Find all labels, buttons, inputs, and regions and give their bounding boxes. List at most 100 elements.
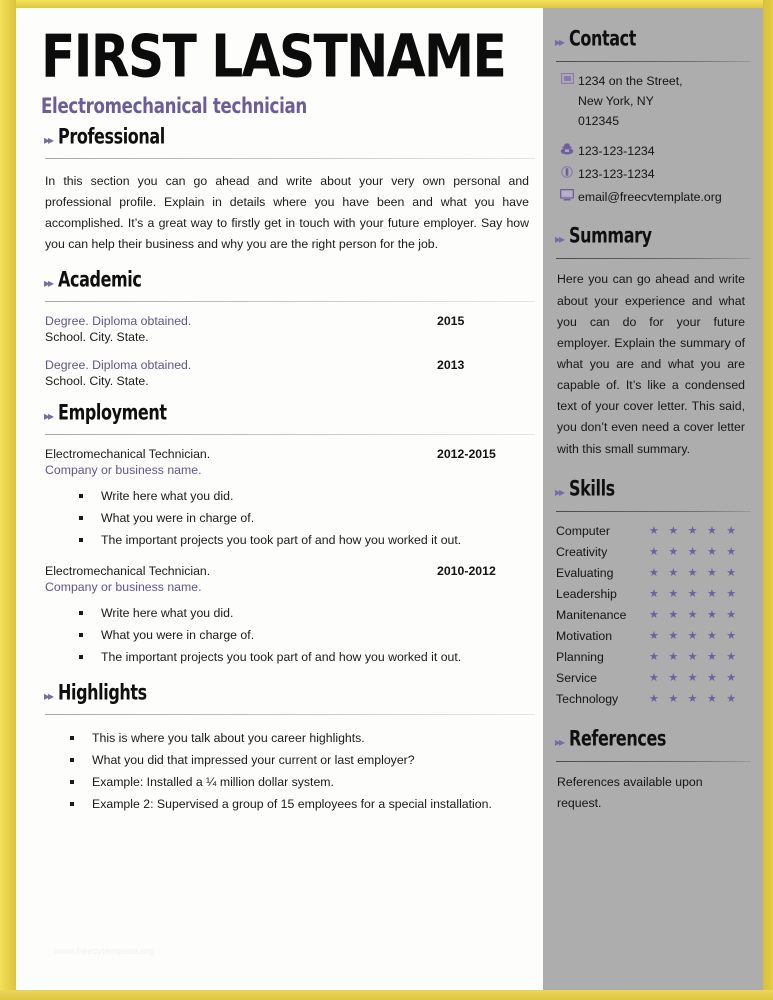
section-divider (556, 760, 751, 762)
employment-entry: Electromechanical Technician. 2012-2015 … (45, 447, 537, 551)
entry-subtitle: School. City. State. (45, 374, 149, 389)
skill-row: Service ★ ★ ★ ★ ★ (556, 668, 763, 689)
skill-row: Technology ★ ★ ★ ★ ★ (556, 689, 763, 710)
section-divider (45, 157, 535, 159)
section-heading-highlights: ▸▸ Highlights (44, 680, 543, 705)
skill-name: Motivation (556, 629, 613, 644)
border-left (0, 0, 16, 1000)
double-arrow-icon: ▸▸ (44, 689, 54, 704)
skill-rating-stars: ★ ★ ★ ★ ★ (649, 608, 740, 621)
sidebar-heading-contact: ▸▸ Contact (555, 26, 763, 51)
entry-subtitle: Company or business name. (45, 579, 202, 594)
sidebar: ▸▸ Contact 1234 on the Street, New York,… (543, 8, 763, 990)
section-title: Contact (569, 25, 636, 51)
section-divider (556, 61, 751, 62)
section-title: References (569, 725, 667, 751)
skill-row: Manitenance ★ ★ ★ ★ ★ (556, 605, 763, 626)
section-heading-academic: ▸▸ Academic (44, 267, 543, 292)
entry-header-row: Degree. Diploma obtained. 2013 (45, 358, 537, 372)
resume-sheet: FIRST LASTNAME Electromechanical technic… (16, 8, 763, 990)
sidebar-heading-references: ▸▸ References (555, 726, 763, 751)
list-item: Example 2: Supervised a group of 15 empl… (70, 794, 520, 815)
sidebar-heading-summary: ▸▸ Summary (555, 223, 763, 248)
academic-entry: Degree. Diploma obtained. 2013 School. C… (45, 358, 537, 388)
list-item: Example: Installed a ¼ million dollar sy… (70, 772, 520, 793)
contact-row-address: 1234 on the Street, New York, NY 012345 (556, 72, 763, 132)
employment-bullet-list: Write here what you did. What you were i… (79, 603, 537, 668)
skill-row: Planning ★ ★ ★ ★ ★ (556, 647, 763, 668)
full-name: FIRST LASTNAME (41, 22, 507, 92)
entry-title: Electromechanical Technician. (45, 447, 211, 462)
employment-entry: Electromechanical Technician. 2010-2012 … (45, 564, 537, 668)
entry-header-row: Degree. Diploma obtained. 2015 (45, 314, 537, 328)
entry-title: Degree. Diploma obtained. (45, 314, 192, 329)
skill-rating-stars: ★ ★ ★ ★ ★ (649, 671, 740, 684)
contact-list: 1234 on the Street, New York, NY 012345 (556, 72, 763, 207)
entry-title: Degree. Diploma obtained. (45, 358, 192, 373)
academic-entry: Degree. Diploma obtained. 2015 School. C… (45, 314, 537, 344)
skill-rating-stars: ★ ★ ★ ★ ★ (649, 692, 740, 705)
job-title: Electromechanical technician (41, 92, 307, 118)
watermark: www.freecvtemplate.org (54, 946, 155, 956)
contact-address: 1234 on the Street, New York, NY 012345 (578, 72, 683, 132)
skill-rating-stars: ★ ★ ★ ★ ★ (649, 629, 740, 642)
skill-rating-stars: ★ ★ ★ ★ ★ (649, 524, 740, 537)
double-arrow-icon: ▸▸ (555, 484, 565, 499)
double-arrow-icon: ▸▸ (555, 35, 565, 49)
contact-row-mobile: 123-123-1234 (556, 165, 763, 185)
mobile-phone-icon (556, 165, 578, 178)
skill-name: Evaluating (556, 566, 614, 581)
section-divider (45, 714, 535, 716)
list-item: Write here what you did. (79, 486, 529, 507)
contact-row-email: email@freecvtemplate.org (556, 188, 763, 208)
double-arrow-icon: ▸▸ (555, 232, 565, 247)
double-arrow-icon: ▸▸ (44, 276, 54, 291)
employment-bullet-list: Write here what you did. What you were i… (79, 486, 537, 551)
telephone-icon (556, 142, 578, 155)
double-arrow-icon: ▸▸ (555, 734, 565, 749)
list-item: Write here what you did. (79, 603, 529, 624)
entry-header-row: Electromechanical Technician. 2012-2015 (45, 447, 537, 461)
entry-header-row: Electromechanical Technician. 2010-2012 (45, 564, 537, 578)
skill-row: Computer ★ ★ ★ ★ ★ (556, 521, 763, 542)
list-item: This is where you talk about you career … (70, 728, 520, 749)
skill-name: Manitenance (556, 608, 627, 623)
entry-date: 2012-2015 (437, 447, 496, 462)
double-arrow-icon: ▸▸ (44, 132, 54, 147)
email-address: email@freecvtemplate.org (578, 189, 722, 204)
skill-row: Leadership ★ ★ ★ ★ ★ (556, 584, 763, 605)
skill-row: Motivation ★ ★ ★ ★ ★ (556, 626, 763, 647)
skill-rating-stars: ★ ★ ★ ★ ★ (649, 650, 740, 663)
entry-date: 2010-2012 (437, 563, 496, 578)
skill-name: Planning (556, 650, 604, 665)
address-card-icon (556, 72, 578, 84)
skill-rating-stars: ★ ★ ★ ★ ★ (649, 545, 740, 558)
address-line-3: 012345 (578, 113, 620, 128)
section-title: Academic (58, 267, 142, 293)
address-line-2: New York, NY (578, 93, 654, 108)
section-title: Professional (58, 123, 165, 149)
list-item: What you were in charge of. (79, 508, 529, 529)
skill-name: Technology (556, 692, 619, 707)
skill-name: Service (556, 671, 598, 686)
section-heading-professional: ▸▸ Professional (44, 124, 543, 149)
computer-icon (556, 188, 578, 201)
page-frame: FIRST LASTNAME Electromechanical technic… (0, 0, 773, 1000)
sidebar-heading-skills: ▸▸ Skills (555, 476, 763, 501)
section-divider (45, 434, 535, 436)
border-right (763, 0, 773, 1000)
skill-row: Creativity ★ ★ ★ ★ ★ (556, 542, 763, 563)
references-text: References available upon request. (557, 774, 703, 810)
section-title: Highlights (58, 679, 147, 706)
border-top (0, 0, 773, 8)
summary-paragraph: Here you can go ahead and write about yo… (557, 272, 745, 456)
section-title: Summary (569, 223, 652, 249)
entry-title: Electromechanical Technician. (45, 563, 211, 578)
skill-row: Evaluating ★ ★ ★ ★ ★ (556, 563, 763, 584)
skills-list: Computer ★ ★ ★ ★ ★ Creativity ★ ★ ★ ★ ★ … (556, 521, 763, 710)
double-arrow-icon: ▸▸ (44, 409, 54, 424)
border-bottom (0, 990, 773, 1000)
skill-rating-stars: ★ ★ ★ ★ ★ (649, 566, 740, 579)
list-item: What you did that impressed your current… (70, 750, 520, 771)
entry-subtitle: Company or business name. (45, 463, 202, 478)
